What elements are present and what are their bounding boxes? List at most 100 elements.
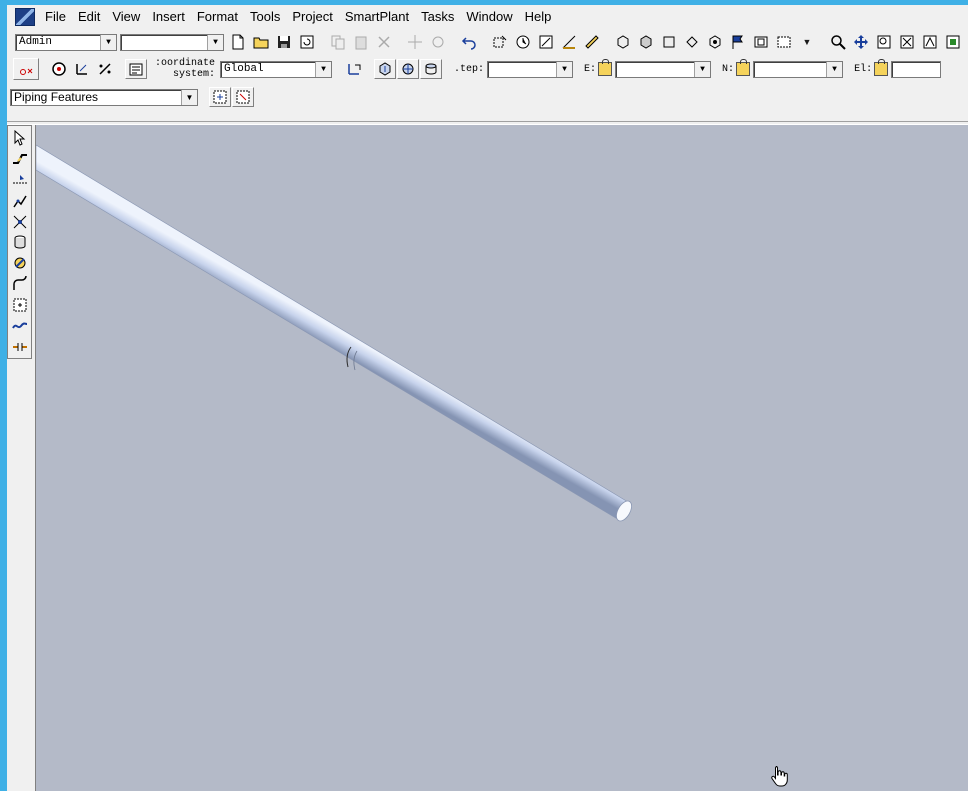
measure-icon[interactable] [558, 32, 580, 52]
rotate-icon[interactable] [427, 32, 449, 52]
step-combo[interactable]: ▼ [487, 60, 574, 78]
menu-view[interactable]: View [106, 5, 146, 29]
user-combo[interactable]: Admin ▼ [15, 33, 117, 51]
app-icon[interactable] [15, 8, 35, 26]
fit-icon[interactable] [896, 32, 918, 52]
menu-format[interactable]: Format [191, 5, 244, 29]
menu-help[interactable]: Help [519, 5, 558, 29]
named-view-icon[interactable] [942, 32, 964, 52]
user-combo-value: Admin [19, 35, 53, 48]
standard-toolbar: Admin ▼ ▼ ▼ [7, 31, 968, 53]
lock-icon[interactable] [874, 59, 889, 76]
select-filter-icon[interactable] [489, 32, 511, 52]
view-front-icon[interactable] [635, 32, 657, 52]
rectangular-coords-icon[interactable] [374, 59, 397, 79]
coordinate-tool-icon[interactable] [343, 59, 365, 79]
flag-icon[interactable] [727, 32, 749, 52]
view-rotate-icon[interactable] [704, 32, 726, 52]
coordinate-axes-icon[interactable] [71, 59, 93, 79]
feature-filter-icon[interactable] [209, 87, 231, 107]
relative-icon[interactable] [94, 59, 116, 79]
chevron-down-icon[interactable]: ▼ [207, 34, 223, 50]
task-toolbar: Piping Features ▼ [7, 86, 968, 108]
step-label: .tep: [454, 63, 485, 75]
pipe[interactable] [36, 144, 635, 524]
zoom-area-icon[interactable] [873, 32, 895, 52]
menu-window[interactable]: Window [460, 5, 518, 29]
application-window: File Edit View Insert Format Tools Proje… [7, 5, 968, 791]
target-icon[interactable] [48, 59, 70, 79]
view-iso-icon[interactable] [612, 32, 634, 52]
delete-icon[interactable] [373, 32, 395, 52]
menu-tasks[interactable]: Tasks [415, 5, 460, 29]
palette-dock-area [7, 359, 34, 791]
menu-project[interactable]: Project [286, 5, 338, 29]
menu-file[interactable]: File [39, 5, 72, 29]
hand-cursor-icon [771, 766, 788, 787]
clip-view-icon[interactable] [750, 32, 772, 52]
chevron-down-icon[interactable]: ▼ [556, 61, 573, 77]
undo-icon[interactable] [458, 32, 480, 52]
insert-weld-icon[interactable] [10, 296, 30, 315]
elevation-label: El: [854, 63, 873, 75]
coordinate-system-combo[interactable]: Global ▼ [220, 60, 333, 78]
inspect-icon[interactable] [512, 32, 534, 52]
menu-insert[interactable]: Insert [146, 5, 191, 29]
route-pipe-icon[interactable] [10, 150, 30, 169]
properties-icon[interactable] [125, 59, 147, 79]
save-icon[interactable] [273, 32, 295, 52]
menu-smartplant[interactable]: SmartPlant [339, 5, 415, 29]
pan-icon[interactable] [850, 32, 872, 52]
piping-features-value: Piping Features [14, 89, 99, 104]
pinpoint-toolbar: :oordinate system: Global ▼ .tep: ▼ E: ▼… [7, 56, 968, 82]
insert-instrument-icon[interactable] [10, 212, 30, 231]
copy-icon[interactable] [327, 32, 349, 52]
insert-component-icon[interactable] [10, 171, 30, 190]
insert-specialty-icon[interactable] [10, 191, 30, 210]
chevron-down-icon[interactable]: ▼ [694, 61, 711, 77]
dropdown-view-icon[interactable] [773, 32, 795, 52]
cylindrical-coords-icon[interactable] [420, 59, 443, 79]
menu-bar: File Edit View Insert Format Tools Proje… [7, 5, 968, 29]
northing-combo[interactable]: ▼ [753, 60, 844, 78]
coordinate-label-line2: system: [173, 69, 216, 80]
open-folder-icon[interactable] [250, 32, 272, 52]
paste-icon[interactable] [350, 32, 372, 52]
insert-tap-icon[interactable] [10, 233, 30, 252]
chevron-down-icon[interactable]: ▼ [826, 61, 843, 77]
menu-tools[interactable]: Tools [244, 5, 286, 29]
common-views-icon[interactable] [919, 32, 941, 52]
menu-edit[interactable]: Edit [72, 5, 106, 29]
pipe-model-canvas [36, 144, 635, 524]
easting-combo[interactable]: ▼ [615, 60, 712, 78]
elevation-combo[interactable] [891, 60, 942, 78]
chevron-down-icon[interactable]: ▼ [796, 32, 818, 52]
chevron-down-icon[interactable]: ▼ [100, 34, 116, 50]
clear-icon[interactable] [13, 58, 39, 80]
refresh-icon[interactable] [296, 32, 318, 52]
lock-icon[interactable] [598, 59, 613, 76]
check-data-icon[interactable] [535, 32, 557, 52]
route-spool-icon[interactable] [10, 275, 30, 294]
ruler-icon[interactable] [581, 32, 603, 52]
piping-features-combo[interactable]: Piping Features ▼ [10, 88, 198, 106]
insert-gap-icon[interactable] [10, 337, 30, 356]
coordinate-label-line1: :oordinate [155, 58, 216, 69]
move-icon[interactable] [404, 32, 426, 52]
spherical-coords-icon[interactable] [397, 59, 420, 79]
graphic-view[interactable] [35, 125, 968, 791]
chevron-down-icon[interactable]: ▼ [315, 61, 332, 77]
select-pointer-icon[interactable] [10, 129, 30, 148]
view-side-icon[interactable] [658, 32, 680, 52]
route-flexible-icon[interactable] [10, 316, 30, 335]
filter-combo[interactable]: ▼ [120, 33, 224, 51]
chevron-down-icon[interactable]: ▼ [181, 89, 197, 105]
lock-icon[interactable] [736, 59, 751, 76]
new-file-icon[interactable] [227, 32, 249, 52]
feature-select-icon[interactable] [232, 87, 254, 107]
zoom-icon[interactable] [827, 32, 849, 52]
coordinate-system-value: Global [224, 62, 264, 75]
vertical-tool-palette [7, 125, 32, 359]
view-top-icon[interactable] [681, 32, 703, 52]
insert-split-icon[interactable] [10, 254, 30, 273]
